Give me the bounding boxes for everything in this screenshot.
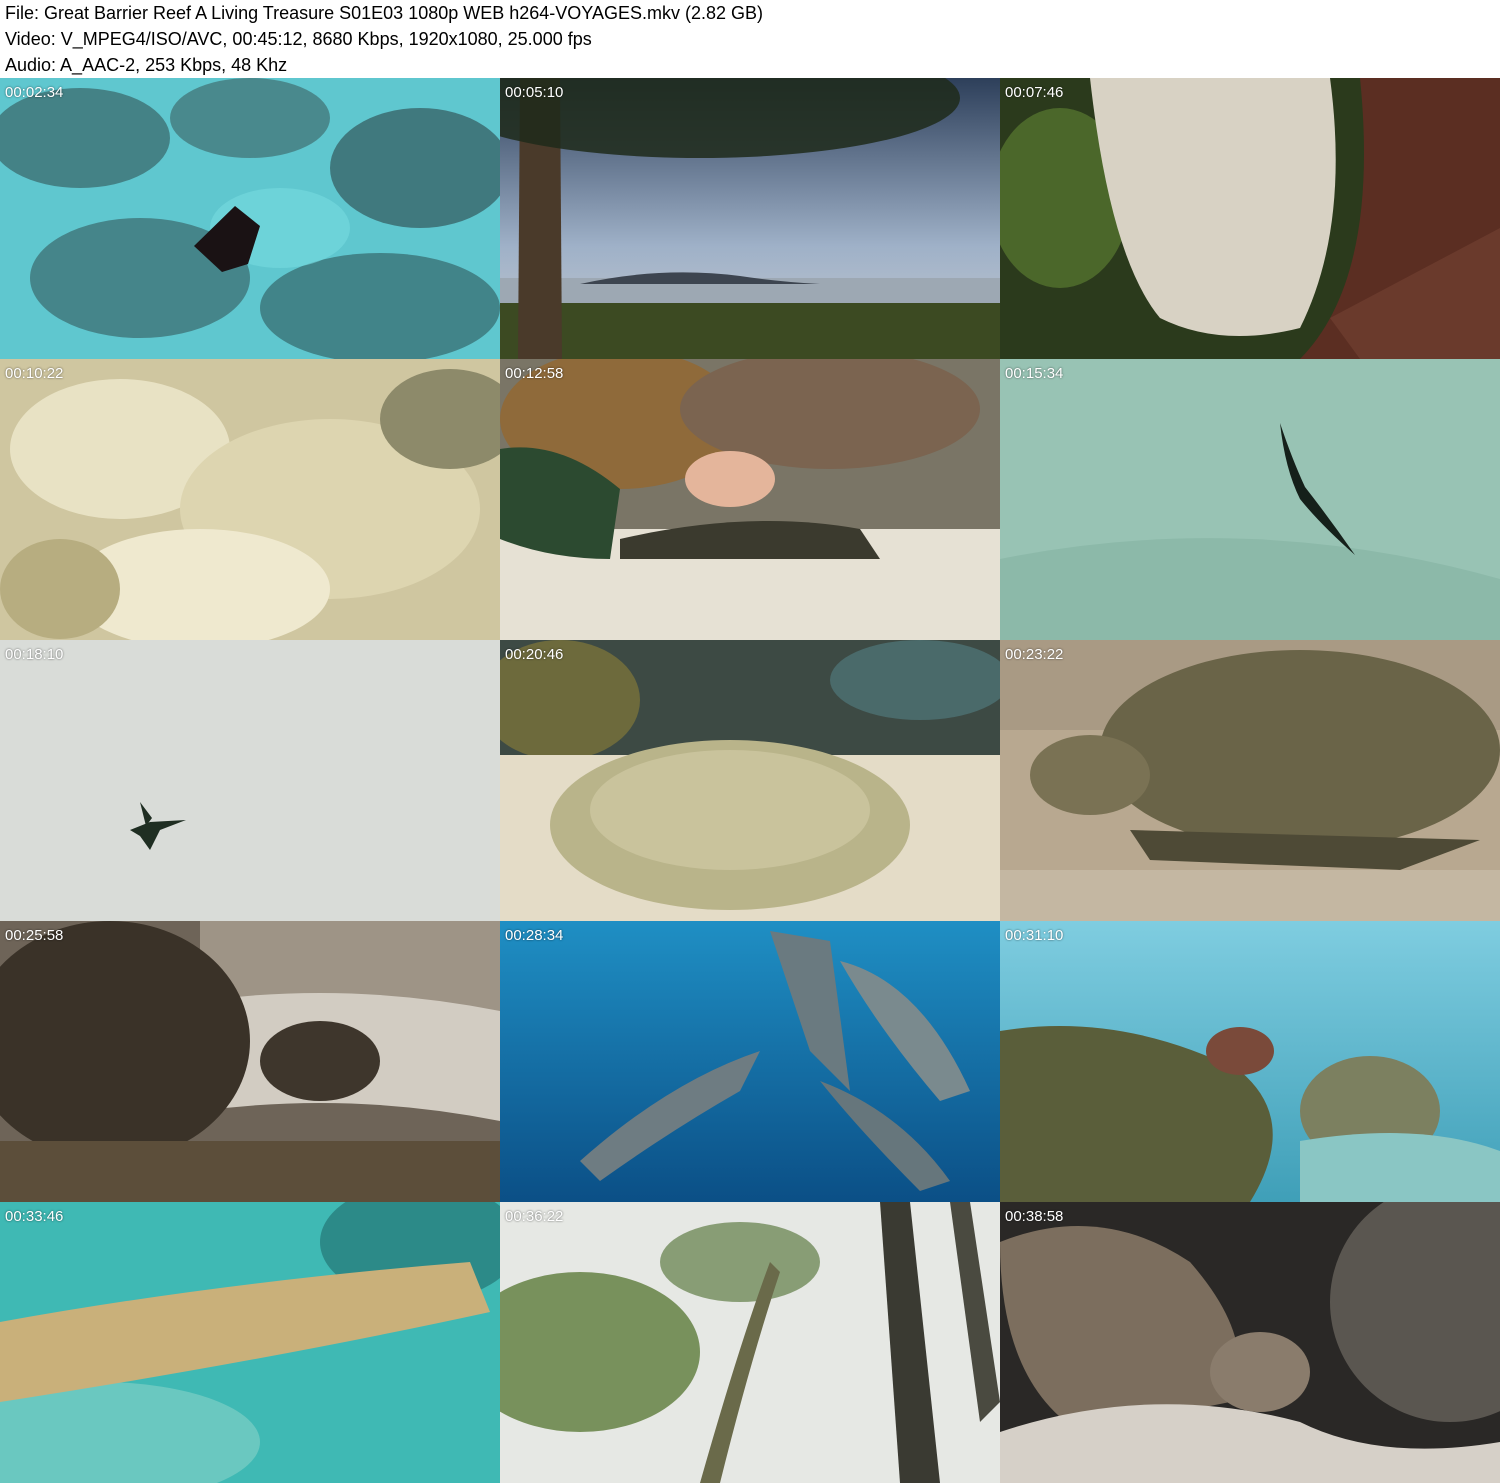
thumbnail-image-sharks bbox=[500, 921, 1000, 1202]
thumbnail-image-turtle-beach bbox=[1000, 640, 1500, 921]
timestamp-label: 00:25:58 bbox=[5, 927, 64, 944]
timestamp-label: 00:15:34 bbox=[1005, 365, 1064, 382]
thumbnail-tile: 00:25:58 bbox=[0, 921, 500, 1202]
thumbnail-image-stonefish bbox=[500, 640, 1000, 921]
timestamp-label: 00:10:22 bbox=[5, 365, 64, 382]
video-line: Video: V_MPEG4/ISO/AVC, 00:45:12, 8680 K… bbox=[5, 29, 592, 49]
audio-line: Audio: A_AAC-2, 253 Kbps, 48 Khz bbox=[5, 55, 288, 75]
timestamp-label: 00:36:22 bbox=[505, 1208, 564, 1225]
thumbnail-tile: 00:12:58 bbox=[500, 359, 1000, 640]
timestamp-label: 00:28:34 bbox=[505, 927, 564, 944]
thumbnail-tile: 00:38:58 bbox=[1000, 1202, 1500, 1483]
thumbnail-tile: 00:07:46 bbox=[1000, 78, 1500, 359]
thumbnail-tile: 00:23:22 bbox=[1000, 640, 1500, 921]
file-line: File: Great Barrier Reef A Living Treasu… bbox=[5, 3, 764, 23]
timestamp-label: 00:05:10 bbox=[505, 84, 564, 101]
thumbnail-grid: 00:02:34 00:05:10 00:07:46 00:10:22 00:1… bbox=[0, 78, 1500, 1483]
thumbnail-image-sea-snake bbox=[0, 1202, 500, 1483]
thumbnail-tile: 00:31:10 bbox=[1000, 921, 1500, 1202]
timestamp-label: 00:18:10 bbox=[5, 646, 64, 663]
thumbnail-tile: 00:28:34 bbox=[500, 921, 1000, 1202]
thumbnail-image-turtle-shoreline bbox=[0, 921, 500, 1202]
thumbnail-tile: 00:18:10 bbox=[0, 640, 500, 921]
thumbnail-tile: 00:36:22 bbox=[500, 1202, 1000, 1483]
thumbnail-image-tree-snake bbox=[500, 1202, 1000, 1483]
thumbnail-image-frigatebird bbox=[1000, 359, 1500, 640]
timestamp-label: 00:02:34 bbox=[5, 84, 64, 101]
thumbnail-tile: 00:05:10 bbox=[500, 78, 1000, 359]
thumbnail-image-manta-ray bbox=[0, 78, 500, 359]
thumbnail-image-possum bbox=[1000, 78, 1500, 359]
thumbnail-tile: 00:33:46 bbox=[0, 1202, 500, 1483]
thumbnail-image-lionfish bbox=[1000, 921, 1500, 1202]
thumbnail-tile: 00:02:34 bbox=[0, 78, 500, 359]
timestamp-label: 00:20:46 bbox=[505, 646, 564, 663]
timestamp-label: 00:23:22 bbox=[1005, 646, 1064, 663]
thumbnail-image-coral bbox=[0, 359, 500, 640]
thumbnail-image-rock-wallaby bbox=[1000, 1202, 1500, 1483]
thumbnail-tile: 00:10:22 bbox=[0, 359, 500, 640]
thumbnail-image-birds-grey-sky bbox=[0, 640, 500, 921]
timestamp-label: 00:07:46 bbox=[1005, 84, 1064, 101]
thumbnail-image-coastal-sunset bbox=[500, 78, 1000, 359]
timestamp-label: 00:31:10 bbox=[1005, 927, 1064, 944]
thumbnail-tile: 00:15:34 bbox=[1000, 359, 1500, 640]
file-info-header: File: Great Barrier Reef A Living Treasu… bbox=[0, 0, 1500, 78]
thumbnail-tile: 00:20:46 bbox=[500, 640, 1000, 921]
timestamp-label: 00:33:46 bbox=[5, 1208, 64, 1225]
timestamp-label: 00:38:58 bbox=[1005, 1208, 1064, 1225]
thumbnail-image-mantis-shrimp-crab bbox=[500, 359, 1000, 640]
timestamp-label: 00:12:58 bbox=[505, 365, 564, 382]
